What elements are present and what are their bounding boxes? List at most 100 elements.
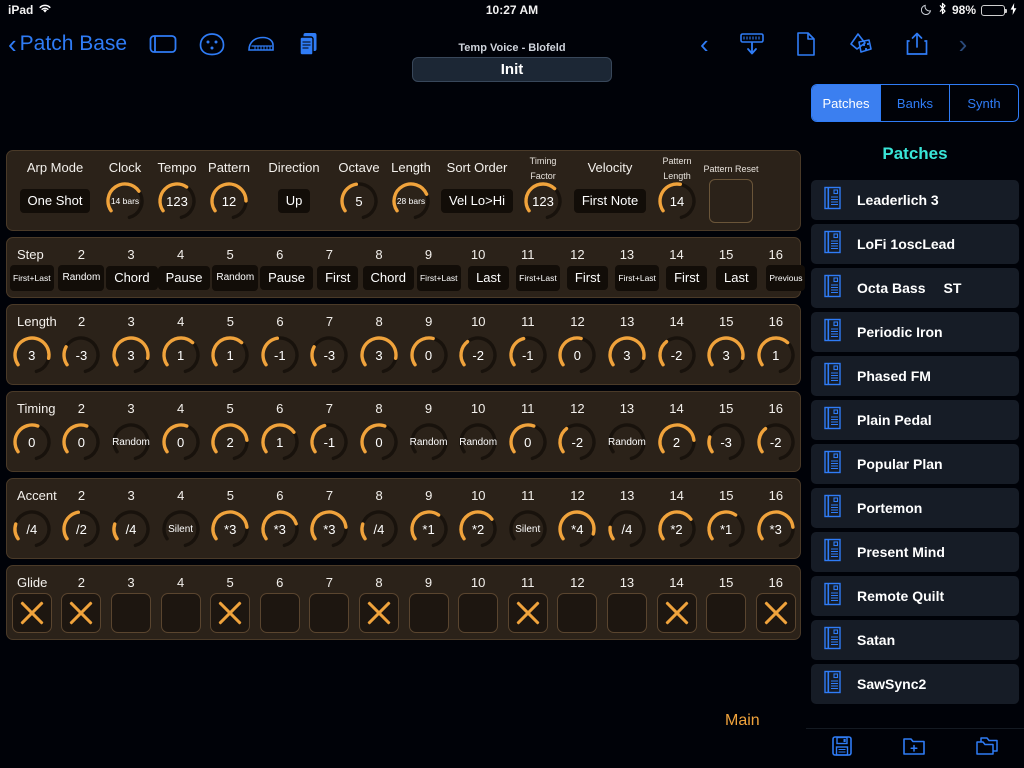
knob-control[interactable]: 3 bbox=[9, 332, 55, 378]
patch-list-item[interactable]: Present Mind bbox=[811, 532, 1019, 572]
knob-control[interactable]: *3 bbox=[257, 506, 303, 552]
glide-checkbox-unchecked[interactable] bbox=[557, 593, 598, 633]
step-menu-button[interactable]: First bbox=[666, 266, 708, 290]
knob-control[interactable]: /4 bbox=[356, 506, 402, 552]
knob-control[interactable]: 1 bbox=[158, 332, 204, 378]
glide-checkbox-checked[interactable] bbox=[507, 593, 548, 633]
step-menu-button[interactable]: Last bbox=[468, 266, 509, 290]
knob-control[interactable]: Random bbox=[455, 419, 501, 465]
step-menu-button[interactable]: Random bbox=[58, 265, 105, 291]
knob-control[interactable]: /4 bbox=[604, 506, 650, 552]
param-menu-button[interactable]: One Shot bbox=[19, 189, 91, 213]
glide-checkbox-unchecked[interactable] bbox=[160, 593, 201, 633]
sidebar-tab-synth[interactable]: Synth bbox=[950, 85, 1018, 121]
knob-control[interactable]: 1 bbox=[257, 419, 303, 465]
glide-checkbox-unchecked[interactable] bbox=[706, 593, 747, 633]
sidebar-tab-banks[interactable]: Banks bbox=[881, 85, 950, 121]
patch-list-item[interactable]: Plain Pedal bbox=[811, 400, 1019, 440]
knob-control[interactable]: *1 bbox=[703, 506, 749, 552]
glide-checkbox-unchecked[interactable] bbox=[110, 593, 151, 633]
knob-control[interactable]: 0 bbox=[158, 419, 204, 465]
glide-checkbox-checked[interactable] bbox=[61, 593, 102, 633]
knob-control[interactable]: 3 bbox=[356, 332, 402, 378]
download-to-synth-icon[interactable] bbox=[739, 31, 765, 57]
glide-checkbox-unchecked[interactable] bbox=[309, 593, 350, 633]
knob-control[interactable]: Silent bbox=[158, 506, 204, 552]
knob-control[interactable]: *2 bbox=[455, 506, 501, 552]
knob-panel-icon[interactable] bbox=[199, 32, 225, 56]
patch-list-item[interactable]: LoFi 1oscLead bbox=[811, 224, 1019, 264]
knob-control[interactable]: 1 bbox=[207, 332, 253, 378]
knob-control[interactable]: 0 bbox=[356, 419, 402, 465]
chevron-left-icon[interactable]: ‹ bbox=[700, 29, 709, 60]
knob-control[interactable]: *2 bbox=[654, 506, 700, 552]
glide-checkbox-checked[interactable] bbox=[656, 593, 697, 633]
knob-control[interactable]: 0 bbox=[58, 419, 104, 465]
step-menu-button[interactable]: First+Last bbox=[10, 265, 54, 291]
knob-control[interactable]: -1 bbox=[257, 332, 303, 378]
pattern-reset-box[interactable] bbox=[709, 179, 753, 223]
duplicate-icon[interactable] bbox=[975, 735, 999, 762]
patch-list-item[interactable]: SawSync2 bbox=[811, 664, 1019, 704]
step-menu-button[interactable]: Random bbox=[212, 265, 259, 291]
param-menu-button[interactable]: First Note bbox=[573, 189, 647, 213]
copy-documents-icon[interactable] bbox=[297, 31, 321, 57]
knob-control[interactable]: -2 bbox=[554, 419, 600, 465]
share-upload-icon[interactable] bbox=[905, 31, 929, 57]
piano-icon[interactable] bbox=[247, 34, 275, 54]
knob-control[interactable]: 123 bbox=[154, 178, 200, 224]
step-menu-button[interactable]: Pause bbox=[260, 266, 313, 290]
step-menu-button[interactable]: Last bbox=[716, 266, 757, 290]
glide-checkbox-unchecked[interactable] bbox=[408, 593, 449, 633]
patch-list[interactable]: Leaderlich 3 LoFi 1oscLead Octa Bass ST Peri… bbox=[811, 180, 1019, 768]
chevron-right-icon[interactable]: › bbox=[959, 29, 968, 60]
knob-control[interactable]: Random bbox=[406, 419, 452, 465]
step-menu-button[interactable]: First+Last bbox=[416, 265, 461, 291]
new-document-icon[interactable] bbox=[795, 31, 817, 57]
knob-control[interactable]: 0 bbox=[406, 332, 452, 378]
step-menu-button[interactable]: First+Last bbox=[615, 265, 659, 291]
knob-control[interactable]: *4 bbox=[554, 506, 600, 552]
knob-control[interactable]: -1 bbox=[505, 332, 551, 378]
knob-control[interactable]: -3 bbox=[58, 332, 104, 378]
knob-control[interactable]: /4 bbox=[108, 506, 154, 552]
knob-control[interactable]: 5 bbox=[336, 178, 382, 224]
glide-checkbox-checked[interactable] bbox=[755, 593, 796, 633]
back-button[interactable]: ‹ Patch Base bbox=[8, 31, 127, 57]
patch-list-item[interactable]: Popular Plan bbox=[811, 444, 1019, 484]
patch-list-item[interactable]: Satan bbox=[811, 620, 1019, 660]
knob-control[interactable]: 2 bbox=[207, 419, 253, 465]
glide-checkbox-unchecked[interactable] bbox=[458, 593, 499, 633]
knob-control[interactable]: 14 bbox=[654, 178, 700, 224]
knob-control[interactable]: *3 bbox=[753, 506, 799, 552]
knob-control[interactable]: 1 bbox=[753, 332, 799, 378]
knob-control[interactable]: -3 bbox=[306, 332, 352, 378]
knob-control[interactable]: -1 bbox=[306, 419, 352, 465]
knob-control[interactable]: Random bbox=[604, 419, 650, 465]
knob-control[interactable]: 0 bbox=[9, 419, 55, 465]
knob-control[interactable]: *1 bbox=[406, 506, 452, 552]
dice-randomize-icon[interactable] bbox=[847, 31, 875, 57]
step-menu-button[interactable]: Chord bbox=[362, 266, 414, 290]
step-menu-button[interactable]: Chord bbox=[106, 266, 158, 290]
knob-control[interactable]: /4 bbox=[9, 506, 55, 552]
glide-checkbox-checked[interactable] bbox=[358, 593, 399, 633]
new-folder-icon[interactable] bbox=[902, 735, 926, 762]
glide-checkbox-checked[interactable] bbox=[11, 593, 52, 633]
knob-control[interactable]: 28 bars bbox=[388, 178, 434, 224]
knob-control[interactable]: -2 bbox=[455, 332, 501, 378]
knob-control[interactable]: /2 bbox=[58, 506, 104, 552]
sidebar-tab-patches[interactable]: Patches bbox=[812, 85, 881, 121]
knob-control[interactable]: -2 bbox=[654, 332, 700, 378]
knob-control[interactable]: 3 bbox=[604, 332, 650, 378]
knob-control[interactable]: -2 bbox=[753, 419, 799, 465]
window-icon[interactable] bbox=[149, 33, 177, 55]
patch-list-item[interactable]: Octa Bass ST bbox=[811, 268, 1019, 308]
glide-checkbox-unchecked[interactable] bbox=[606, 593, 647, 633]
patch-list-item[interactable]: Portemon bbox=[811, 488, 1019, 528]
glide-checkbox-unchecked[interactable] bbox=[259, 593, 300, 633]
knob-control[interactable]: 14 bars bbox=[102, 178, 148, 224]
patch-list-item[interactable]: Leaderlich 3 bbox=[811, 180, 1019, 220]
patch-name-field[interactable]: Init bbox=[412, 57, 612, 82]
glide-checkbox-checked[interactable] bbox=[210, 593, 251, 633]
